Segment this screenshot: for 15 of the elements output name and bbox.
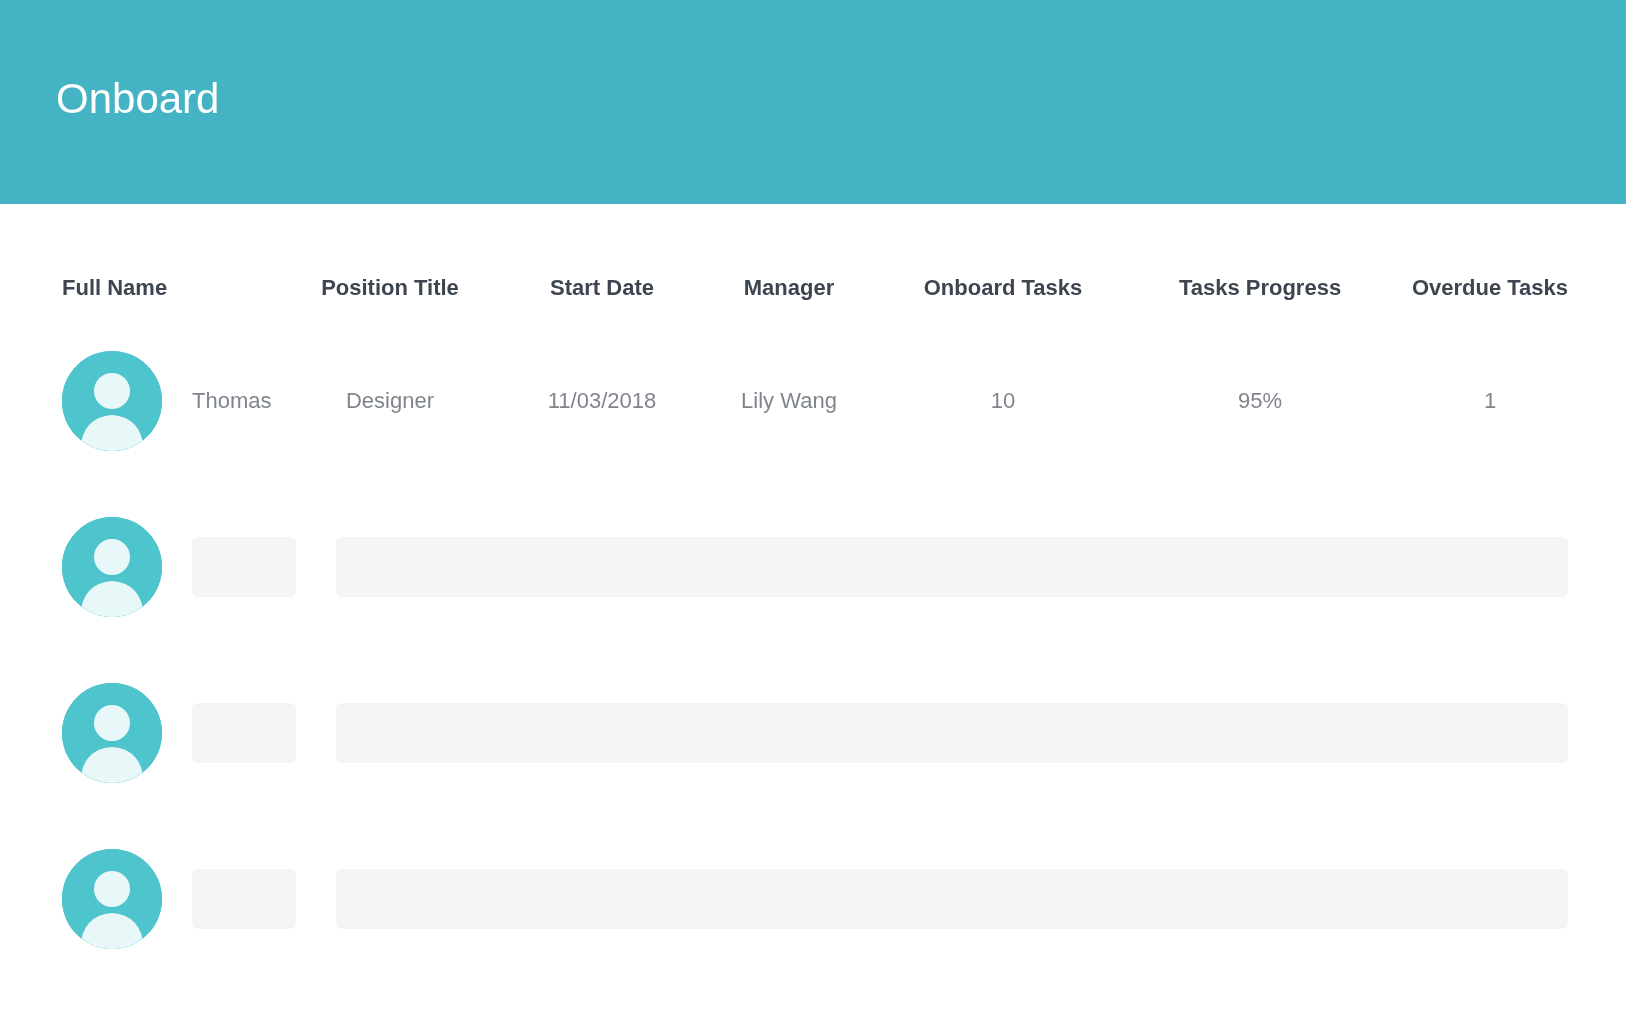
app-title: Onboard [56, 75, 220, 124]
column-header: Position Title [320, 275, 460, 301]
table-cell-text: 11/03/2018 [546, 388, 658, 414]
column-header: Tasks Progress [1177, 275, 1343, 301]
column-header: Onboard Tasks [922, 275, 1084, 301]
table-cell-text: Lily Wang [740, 388, 838, 414]
table-cell-text: Designer [344, 388, 435, 414]
employee-name: Thomas [192, 388, 272, 414]
column-header: Manager [742, 275, 836, 301]
column-header: Overdue Tasks [1410, 275, 1570, 301]
table-cell-text: 95% [1236, 388, 1283, 414]
table-cell-text: 10 [989, 388, 1017, 414]
column-header: Start Date [549, 275, 655, 301]
table-cell-text: 1 [1482, 388, 1498, 414]
column-header: Full Name [62, 275, 169, 301]
